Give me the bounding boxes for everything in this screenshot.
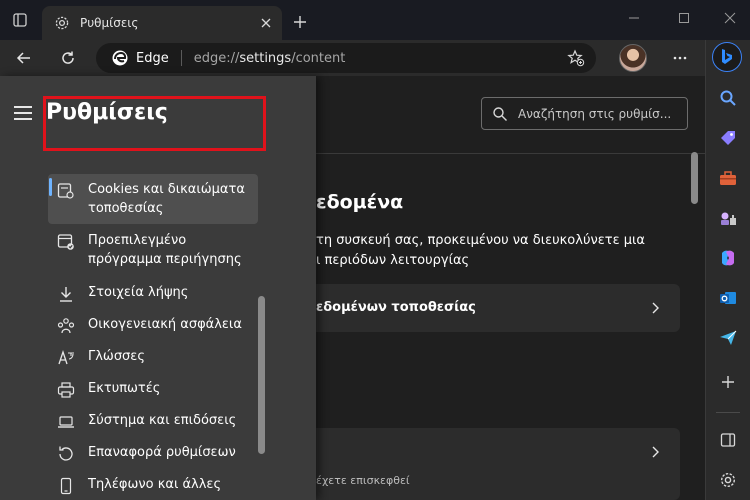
nav-item-label: Cookies και δικαιώματα τοποθεσίας: [88, 182, 245, 216]
refresh-button[interactable]: [54, 44, 82, 72]
edge-logo-icon: [112, 50, 128, 66]
sidebar-divider: [716, 412, 740, 413]
sidebar-search-button[interactable]: [716, 86, 740, 110]
sidebar-outlook-button[interactable]: [716, 286, 740, 310]
sites-visited-card[interactable]: έχετε επισκεφθεί: [316, 428, 680, 500]
more-dots-icon: [673, 56, 687, 60]
gear-icon: [55, 16, 69, 30]
shopping-tag-icon: [721, 131, 735, 145]
nav-item-cookies[interactable]: Cookies και δικαιώματα τοποθεσίας: [48, 174, 258, 224]
tab-title: Ρυθμίσεις: [80, 16, 139, 30]
toolbox-icon: [720, 171, 736, 185]
sidebar-toggle-button[interactable]: [716, 428, 740, 452]
section-title: εδομένα: [316, 191, 404, 213]
address-bar[interactable]: Edge edge://settings/content: [96, 43, 596, 73]
more-menu-button[interactable]: [666, 44, 694, 72]
sidebar-panel-icon: [720, 433, 736, 447]
nav-item-label: Τηλέφωνο και άλλες: [88, 477, 222, 492]
nav-item-label: Στοιχεία λήψης: [88, 285, 189, 300]
chevron-right-icon: [648, 300, 664, 316]
nav-item-label: Προεπιλεγμένο πρόγραμμα περιήγησης: [88, 233, 242, 267]
copilot-icon: [722, 250, 734, 266]
hamburger-menu-icon[interactable]: [14, 105, 32, 120]
maximize-button[interactable]: [668, 6, 700, 30]
selected-indicator: [49, 178, 52, 196]
family-icon: [56, 316, 76, 336]
toolbar: Edge edge://settings/content: [0, 40, 705, 76]
bing-icon: [722, 49, 732, 64]
url-text: edge://settings/content: [193, 50, 346, 66]
search-icon: [720, 90, 736, 106]
close-icon: [261, 18, 271, 28]
languages-icon: [56, 348, 76, 368]
minimize-icon: [629, 17, 639, 19]
outlook-icon: [720, 292, 736, 304]
star-add-icon: [567, 49, 585, 67]
close-icon: [724, 12, 736, 24]
printer-icon: [56, 380, 76, 400]
annotation-highlight-box: [43, 96, 266, 151]
card-subtext: έχετε επισκεφθεί: [316, 474, 410, 487]
nav-item-label: Σύστημα και επιδόσεις: [88, 413, 237, 428]
cookie-permissions-icon: [56, 181, 76, 201]
tab-actions-button[interactable]: [8, 8, 32, 32]
add-favorite-button[interactable]: [566, 48, 586, 68]
nav-item-reset[interactable]: Επαναφορά ρυθμίσεων: [48, 443, 258, 464]
reset-icon: [56, 444, 76, 464]
plus-icon: [722, 376, 734, 388]
tab-strip: Ρυθμίσεις: [0, 0, 750, 40]
sidebar-add-button[interactable]: [716, 370, 740, 394]
section-description: τη συσκευή σας, προκειμένου να διευκολύν…: [316, 233, 645, 268]
back-arrow-icon: [16, 52, 30, 64]
sidebar-send-button[interactable]: [716, 326, 740, 350]
tab-actions-icon: [13, 13, 27, 27]
sidebar-shopping-button[interactable]: [716, 126, 740, 150]
sidebar-tools-button[interactable]: [716, 166, 740, 190]
gear-icon: [720, 472, 736, 488]
games-chess-icon: [721, 212, 736, 225]
chevron-right-icon: [648, 444, 664, 460]
minimize-button[interactable]: [618, 6, 650, 30]
sidebar-copilot-button[interactable]: [716, 246, 740, 270]
close-tab-button[interactable]: [254, 11, 278, 35]
card-label: εδομένων τοποθεσίας: [316, 300, 476, 315]
back-button[interactable]: [10, 44, 38, 72]
nav-item-label: Επαναφορά ρυθμίσεων: [88, 445, 236, 460]
close-window-button[interactable]: [714, 6, 746, 30]
search-icon: [493, 106, 507, 121]
settings-search-input[interactable]: [518, 106, 678, 121]
default-browser-icon: [56, 232, 76, 252]
sidebar-settings-button[interactable]: [716, 468, 740, 492]
edge-sidebar: [705, 40, 750, 500]
nav-item-system[interactable]: Σύστημα και επιδόσεις: [48, 411, 258, 432]
refresh-icon: [62, 51, 74, 64]
header-divider: [316, 153, 705, 154]
content-scrollbar[interactable]: [691, 152, 698, 204]
nav-item-languages[interactable]: Γλώσσες: [48, 347, 258, 368]
phone-icon: [56, 476, 76, 496]
profile-avatar[interactable]: [619, 44, 647, 72]
plus-icon: [294, 16, 306, 28]
new-tab-button[interactable]: [288, 10, 312, 34]
tab-settings[interactable]: Ρυθμίσεις: [42, 6, 282, 40]
bing-copilot-button[interactable]: [712, 42, 742, 72]
settings-search[interactable]: [481, 97, 688, 130]
send-plane-icon: [720, 330, 737, 345]
nav-item-label: Οικογενειακή ασφάλεια: [88, 317, 242, 332]
nav-scrollbar[interactable]: [258, 296, 265, 454]
sidebar-games-button[interactable]: [716, 206, 740, 230]
nav-item-printers[interactable]: Εκτυπωτές: [48, 379, 258, 400]
laptop-icon: [56, 412, 76, 432]
site-name: Edge: [136, 50, 169, 66]
download-icon: [56, 284, 76, 304]
nav-item-phone[interactable]: Τηλέφωνο και άλλες: [48, 475, 258, 496]
nav-item-family-safety[interactable]: Οικογενειακή ασφάλεια: [48, 315, 258, 336]
address-separator: [180, 50, 182, 66]
maximize-icon: [679, 13, 689, 23]
nav-item-label: Γλώσσες: [88, 349, 145, 364]
site-data-card[interactable]: εδομένων τοποθεσίας: [316, 284, 680, 332]
nav-item-label: Εκτυπωτές: [88, 381, 161, 396]
nav-item-downloads[interactable]: Στοιχεία λήψης: [48, 283, 258, 304]
nav-item-default-browser[interactable]: Προεπιλεγμένο πρόγραμμα περιήγησης: [48, 231, 258, 269]
